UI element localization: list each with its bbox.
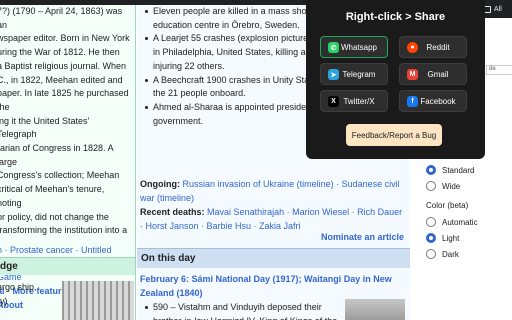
featured-line: wspaper editor. Born in New York xyxy=(0,33,130,44)
feedback-report-bug-button[interactable]: Feedback/Report a Bug xyxy=(346,124,442,146)
color-automatic[interactable]: Automatic xyxy=(426,217,478,227)
nominate-article-link[interactable]: Nominate an article xyxy=(321,232,404,242)
on-this-day-image[interactable] xyxy=(345,299,405,320)
featured-line: critical of Meehan's tenure, noting xyxy=(0,184,105,208)
bookmarks-label: All xyxy=(494,5,502,13)
recent-deaths-label: Recent deaths: xyxy=(140,207,205,217)
button-label: Telegram xyxy=(342,69,376,79)
featured-line: 7?) (1790 – April 24, 1863) was an xyxy=(0,6,123,30)
featured-line: uring the War of 1812. He then xyxy=(0,47,120,58)
on-this-day-title: On this day xyxy=(141,253,196,264)
radio-label: Wide xyxy=(442,181,461,191)
gmail-button[interactable]: M Gmail xyxy=(399,63,467,85)
on-this-day-item: 590 – Vistahm and Vinduyih deposed their… xyxy=(140,301,340,320)
share-popup: Right-click > Share ✆ Whatsapp ● Reddit … xyxy=(306,0,485,159)
radio-label: Dark xyxy=(442,249,459,259)
radio-automatic[interactable] xyxy=(426,217,436,227)
twitter-x-button[interactable]: X Twitter/X xyxy=(320,90,388,112)
featured-line: transforming the institution into a xyxy=(0,225,128,236)
on-this-day-header: On this day xyxy=(137,248,410,268)
radio-label: Light xyxy=(442,233,460,243)
featured-line: ing it the United States' Telegraph xyxy=(0,115,90,140)
featured-line: Congress's collection; Meehan xyxy=(0,170,120,181)
on-this-day-date[interactable]: February 6: Sámi National Day (1917); Wa… xyxy=(140,273,406,300)
featured-line: a Baptist religious journal. When xyxy=(0,60,127,71)
button-label: Gmail xyxy=(427,69,449,79)
color-dark[interactable]: Dark xyxy=(426,249,459,259)
ongoing-label: Ongoing: xyxy=(140,179,180,189)
popup-title: Right-click > Share xyxy=(345,11,446,23)
radio-wide[interactable] xyxy=(426,181,436,191)
facebook-button[interactable]: f Facebook xyxy=(399,90,467,112)
reddit-button[interactable]: ● Reddit xyxy=(399,36,467,58)
recent-deaths: Recent deaths: Mavai Senathirajah · Mari… xyxy=(140,205,406,233)
featured-article-panel: 7?) (1790 – April 24, 1863) was an wspap… xyxy=(0,5,136,320)
did-you-know-header: dge xyxy=(0,257,135,275)
radio-dark[interactable] xyxy=(426,249,436,259)
search-input-edge[interactable]: de xyxy=(486,65,512,75)
color-light[interactable]: Light xyxy=(426,233,459,243)
featured-line: C., in 1822, Meehan edited and xyxy=(0,74,123,85)
whatsapp-button[interactable]: ✆ Whatsapp xyxy=(320,36,388,58)
button-label: Whatsapp xyxy=(340,42,378,52)
radio-standard[interactable] xyxy=(426,165,436,175)
radio-label: Automatic xyxy=(442,217,478,227)
featured-line: rarian of Congress in 1828. A large xyxy=(0,143,114,167)
featured-line: paper. In late 1825 he purchased the xyxy=(0,88,129,112)
text-width-wide[interactable]: Wide xyxy=(426,181,460,191)
text-width-standard[interactable]: Standard xyxy=(426,165,474,175)
ongoing-events: Ongoing: Russian invasion of Ukraine (ti… xyxy=(140,177,406,205)
telegram-button[interactable]: ➤ Telegram xyxy=(320,63,388,85)
button-label: Facebook xyxy=(420,96,456,106)
button-label: Twitter/X xyxy=(343,96,375,106)
radio-label: Standard xyxy=(442,165,475,175)
featured-line: or policy, did not change the xyxy=(0,211,109,222)
color-section-label: Color (beta) xyxy=(426,201,469,210)
radio-light[interactable] xyxy=(426,233,436,243)
did-you-know-title: dge xyxy=(0,261,18,272)
did-you-know-image[interactable] xyxy=(62,281,134,320)
featured-article-text: 7?) (1790 – April 24, 1863) was an wspap… xyxy=(0,5,135,238)
button-label: Reddit xyxy=(426,42,450,52)
